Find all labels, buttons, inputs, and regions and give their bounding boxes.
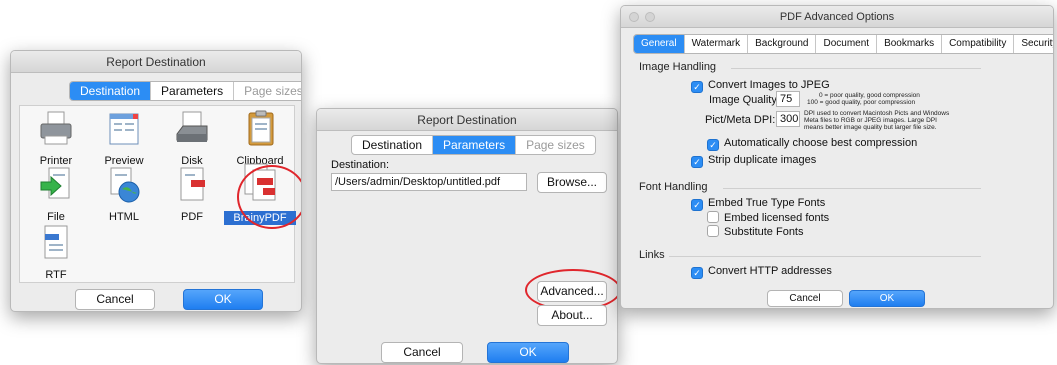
destination-file[interactable]: File xyxy=(20,166,92,223)
tab-bar: Destination Parameters Page sizes xyxy=(69,81,301,101)
dpi-field[interactable]: 300 xyxy=(776,111,800,127)
disk-icon xyxy=(176,111,208,142)
checkmark-icon: ✓ xyxy=(691,267,703,279)
rtf-icon xyxy=(44,225,68,259)
report-destination-window: Report Destination Destination Parameter… xyxy=(10,50,302,312)
tab-bookmarks[interactable]: Bookmarks xyxy=(877,35,943,53)
checkbox-label: Substitute Fonts xyxy=(724,226,804,238)
links-heading: Links xyxy=(639,249,665,261)
ok-button[interactable]: OK xyxy=(849,290,925,307)
convert-http-checkbox[interactable]: ✓ Convert HTTP addresses xyxy=(691,265,832,279)
minimize-window-icon[interactable] xyxy=(645,12,655,22)
close-window-icon[interactable] xyxy=(629,12,639,22)
quality-note-line: 100 = good quality, poor compression xyxy=(807,99,916,106)
embed-truetype-checkbox[interactable]: ✓ Embed True Type Fonts xyxy=(691,197,825,211)
tab-destination[interactable]: Destination xyxy=(70,82,152,100)
destination-label: File xyxy=(47,211,65,223)
divider xyxy=(669,256,981,257)
destination-pdf[interactable]: PDF xyxy=(156,166,228,223)
cancel-button[interactable]: Cancel xyxy=(381,342,463,363)
tab-bar: General Watermark Background Document Bo… xyxy=(633,34,1053,54)
checkbox-empty-icon xyxy=(707,211,719,223)
cancel-button[interactable]: Cancel xyxy=(75,289,155,310)
tab-page-sizes[interactable]: Page sizes xyxy=(516,136,595,154)
destination-label: PDF xyxy=(181,211,203,223)
divider xyxy=(723,188,981,189)
tab-security[interactable]: Security xyxy=(1014,35,1053,53)
browse-button[interactable]: Browse... xyxy=(537,172,607,193)
destination-clipboard[interactable]: Clipboard xyxy=(224,110,296,167)
image-handling-heading: Image Handling xyxy=(639,61,717,73)
image-quality-field[interactable]: 75 xyxy=(776,91,800,107)
dpi-label: Pict/Meta DPI: xyxy=(705,114,776,126)
report-destination-parameters-window: Report Destination Destination Parameter… xyxy=(316,108,618,364)
checkmark-icon: ✓ xyxy=(691,199,703,211)
about-button[interactable]: About... xyxy=(537,305,607,326)
tab-destination[interactable]: Destination xyxy=(352,136,434,154)
highlight-ring xyxy=(237,165,301,229)
quality-note: 0 = poor quality, good compression 100 =… xyxy=(807,92,920,106)
checkbox-label: Strip duplicate images xyxy=(708,154,817,166)
tab-compatibility[interactable]: Compatibility xyxy=(942,35,1015,53)
dpi-note-line: Meta files to RGB or JPEG images. Large … xyxy=(804,117,937,124)
preview-icon xyxy=(109,113,139,145)
convert-jpeg-checkbox[interactable]: ✓ Convert Images to JPEG xyxy=(691,79,830,93)
file-icon xyxy=(40,167,70,199)
checkmark-icon: ✓ xyxy=(691,156,703,168)
printer-icon xyxy=(40,111,72,145)
tab-page-sizes[interactable]: Page sizes xyxy=(234,82,301,100)
destination-html[interactable]: HTML xyxy=(88,166,160,223)
destination-preview[interactable]: Preview xyxy=(88,110,160,167)
dpi-note-line: means better image quality but larger fi… xyxy=(804,124,937,131)
tab-bar: Destination Parameters Page sizes xyxy=(351,135,596,155)
tab-background[interactable]: Background xyxy=(748,35,817,53)
checkbox-label: Embed licensed fonts xyxy=(724,212,830,224)
dpi-note: DPI used to convert Macintosh Picts and … xyxy=(804,110,949,131)
destination-label: Destination: xyxy=(331,159,390,171)
tab-document[interactable]: Document xyxy=(816,35,878,53)
window-title: Report Destination xyxy=(11,51,301,73)
tab-watermark[interactable]: Watermark xyxy=(685,35,749,53)
checkbox-label: Convert HTTP addresses xyxy=(708,265,832,277)
destination-rtf[interactable]: RTF xyxy=(20,224,92,281)
ok-button[interactable]: OK xyxy=(183,289,263,310)
ok-button[interactable]: OK xyxy=(487,342,569,363)
checkbox-label: Automatically choose best compression xyxy=(724,137,918,149)
checkbox-label: Embed True Type Fonts xyxy=(708,197,826,209)
dpi-note-line: DPI used to convert Macintosh Picts and … xyxy=(804,110,950,117)
substitute-fonts-checkbox[interactable]: Substitute Fonts xyxy=(707,225,804,238)
clipboard-icon xyxy=(248,110,274,146)
tab-parameters[interactable]: Parameters xyxy=(433,136,517,154)
pdf-icon xyxy=(180,167,205,201)
strip-duplicates-checkbox[interactable]: ✓ Strip duplicate images xyxy=(691,154,816,168)
tab-parameters[interactable]: Parameters xyxy=(151,82,235,100)
checkmark-icon: ✓ xyxy=(707,139,719,151)
destination-label: RTF xyxy=(45,269,67,281)
auto-compression-checkbox[interactable]: ✓ Automatically choose best compression xyxy=(707,137,917,151)
quality-note-line: 0 = poor quality, good compression xyxy=(819,92,920,99)
cancel-button[interactable]: Cancel xyxy=(767,290,843,307)
font-handling-heading: Font Handling xyxy=(639,181,708,193)
embed-licensed-checkbox[interactable]: Embed licensed fonts xyxy=(707,211,829,224)
divider xyxy=(731,68,981,69)
window-title-text: PDF Advanced Options xyxy=(779,11,895,23)
destination-label: HTML xyxy=(109,211,139,223)
checkbox-empty-icon xyxy=(707,225,719,237)
destination-path-field[interactable]: /Users/admin/Desktop/untitled.pdf xyxy=(331,173,527,191)
pdf-advanced-options-window: PDF Advanced Options General Watermark B… xyxy=(620,5,1054,309)
destination-disk[interactable]: Disk xyxy=(156,110,228,167)
window-title: Report Destination xyxy=(317,109,617,131)
checkmark-icon: ✓ xyxy=(691,81,703,93)
window-title: PDF Advanced Options xyxy=(621,6,1053,28)
image-quality-label: Image Quality: xyxy=(709,94,780,106)
tab-general[interactable]: General xyxy=(634,35,685,53)
checkbox-label: Convert Images to JPEG xyxy=(708,79,830,91)
destination-printer[interactable]: Printer xyxy=(20,110,92,167)
html-icon xyxy=(110,167,140,203)
